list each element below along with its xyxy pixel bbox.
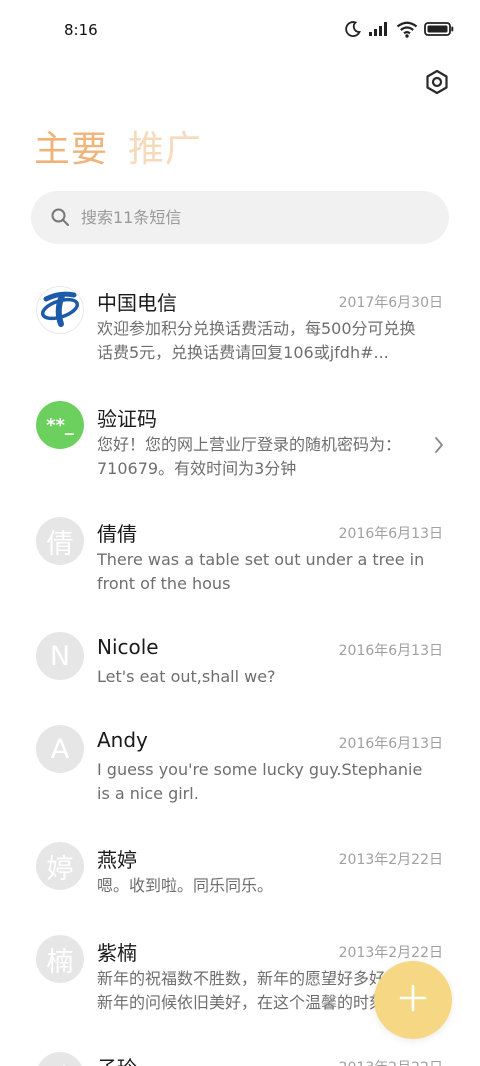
settings-button[interactable] [422,67,452,97]
message-date: 2016年6月13日 [338,643,443,659]
sender-name: 倩倩 [97,522,137,546]
sender-name: 紫楠 [97,941,137,965]
search-bar[interactable] [31,191,449,244]
tab-promotions[interactable]: 推广 [128,120,202,172]
avatar [36,286,84,334]
china-telecom-logo [37,287,83,333]
avatar: 婷 [36,842,84,890]
message-preview: 嗯。收到啦。同乐同乐。 [97,876,274,895]
message-item-nicole[interactable]: N Nicole 2016年6月13日 Let's eat out,shall … [0,632,480,697]
moon-icon [344,20,362,38]
avatar: **_ [36,401,84,449]
message-preview: Let's eat out,shall we? [97,667,276,686]
message-date: 2017年6月30日 [338,295,443,311]
message-preview: There was a table set out under a tree i… [97,550,425,593]
avatar: N [36,632,84,680]
message-item-verification[interactable]: **_ 验证码 您好！您的网上营业厅登录的随机密码为：710679。有效时间为3… [0,401,480,489]
message-date: 2016年6月13日 [338,736,443,752]
message-preview: 欢迎参加积分兑换话费活动，每500分可兑换话费5元，兑换话费请回复106或jfd… [97,319,416,362]
tab-main[interactable]: 主要 [34,120,108,172]
message-date: 2013年2月22日 [338,945,443,961]
message-preview: I guess you're some lucky guy.Stephanie … [97,760,423,803]
avatar: 玲 [36,1052,84,1066]
new-message-button[interactable] [374,961,452,1039]
settings-icon [422,69,452,101]
message-preview: 您好！您的网上营业厅登录的随机密码为：710679。有效时间为3分钟 [97,435,402,478]
message-item-yanting[interactable]: 婷 燕婷 2013年2月22日 嗯。收到啦。同乐同乐。 [0,842,480,906]
search-input[interactable] [81,191,421,244]
search-icon [50,207,70,231]
avatar: 倩 [36,517,84,565]
message-date: 2016年6月13日 [338,526,443,542]
sender-name: Nicole [97,635,159,659]
message-item-ziling[interactable]: 玲 子玲 2013年2月22日 [0,1052,480,1066]
sender-name: Andy [97,728,148,752]
chevron-right-icon[interactable] [434,436,444,458]
category-tabs: 主要 推广 [34,120,202,172]
avatar: A [36,725,84,773]
message-date: 2013年2月22日 [338,852,443,868]
message-date: 2013年2月22日 [339,1057,443,1066]
wifi-icon [396,21,418,38]
message-item-qianqian[interactable]: 倩 倩倩 2016年6月13日 There was a table set ou… [0,517,480,604]
status-bar: 8:16 [0,0,480,62]
sender-name: 验证码 [97,407,157,431]
battery-icon [424,21,454,37]
sender-name: 子玲 [97,1052,137,1066]
avatar: 楠 [36,935,84,983]
message-item-andy[interactable]: A Andy 2016年6月13日 I guess you're some lu… [0,725,480,814]
sender-name: 中国电信 [97,291,177,315]
status-icons [344,20,454,38]
signal-icon [368,21,390,37]
plus-icon [399,984,427,1016]
message-item-china-telecom[interactable]: 中国电信 2017年6月30日 欢迎参加积分兑换话费活动，每500分可兑换话费5… [0,286,480,373]
status-time: 8:16 [64,21,98,39]
sender-name: 燕婷 [97,848,137,872]
